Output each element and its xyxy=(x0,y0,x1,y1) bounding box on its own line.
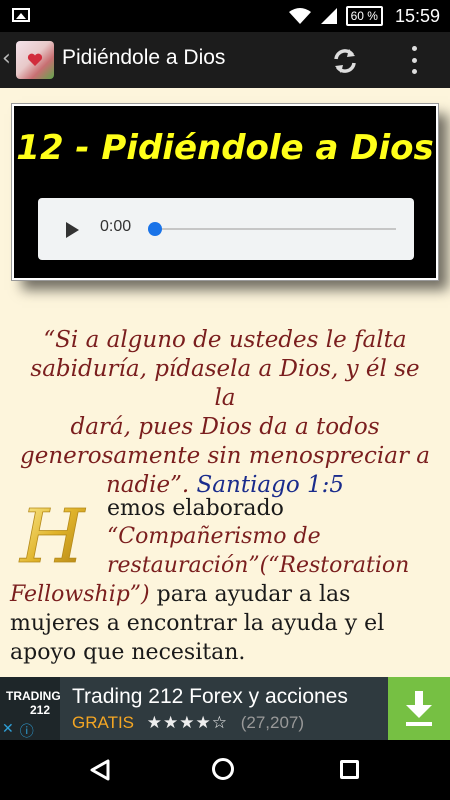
quote-line: sabiduría, pídasela a Dios, y él se la xyxy=(30,356,420,411)
quote-line: dará, pues Dios da a todos xyxy=(70,414,380,440)
drop-cap-text: H xyxy=(18,494,86,574)
drop-cap-letter: H xyxy=(18,494,87,574)
status-icons: 60 % 15:59 xyxy=(288,0,440,32)
ad-download-button[interactable] xyxy=(388,677,450,740)
audio-time: 0:00 xyxy=(100,218,132,235)
audio-player[interactable]: 0:00 xyxy=(38,198,414,260)
ad-review-count: (27,207) xyxy=(240,713,305,732)
play-icon[interactable] xyxy=(66,222,79,238)
ad-rating-stars: ★★★★☆ xyxy=(146,713,228,732)
image-notification-icon xyxy=(12,8,30,22)
paragraph-line: restauración”(“Restoration xyxy=(107,553,410,578)
ad-price: GRATIS xyxy=(72,713,135,732)
paragraph-fragment: para ayudar a las xyxy=(149,582,351,607)
audio-seek-thumb[interactable] xyxy=(148,222,162,236)
ad-logo-number: 212 xyxy=(30,703,51,717)
nav-back-icon[interactable] xyxy=(88,758,112,786)
quote-line: “Si a alguno de ustedes le falta xyxy=(43,327,407,353)
navigation-bar xyxy=(0,740,450,800)
ad-title[interactable]: Trading 212 Forex y acciones xyxy=(72,685,348,709)
ad-choices[interactable]: ✕ ⓘ xyxy=(2,721,38,740)
battery-icon: 60 % xyxy=(345,6,383,26)
quote-line: nadie”. xyxy=(105,472,190,498)
paragraph-fragment: Fellowship”) xyxy=(10,582,150,607)
paragraph-line: apoyo que necesitan. xyxy=(10,640,246,665)
paragraph-line-mixed: Fellowship”) para ayudar a las xyxy=(10,582,350,607)
app-icon[interactable] xyxy=(16,41,54,79)
paragraph-line: “Compañerismo de xyxy=(107,524,321,549)
ad-banner[interactable]: TRADING 212 ✕ ⓘ Trading 212 Forex y acci… xyxy=(0,677,450,740)
paragraph-line: mujeres a encontrar la ayuda y el xyxy=(10,611,385,636)
nav-home-icon[interactable] xyxy=(212,758,234,780)
action-bar: ‹ Pidiéndole a Dios xyxy=(0,32,450,88)
overflow-menu-icon[interactable] xyxy=(408,46,420,74)
clock: 15:59 xyxy=(394,5,440,26)
download-icon xyxy=(406,691,432,726)
nav-recents-icon[interactable] xyxy=(340,760,359,779)
bible-quote: “Si a alguno de ustedes le falta sabidur… xyxy=(20,326,430,500)
lesson-card: 12 - Pidiéndole a Dios 0:00 xyxy=(11,103,439,281)
lesson-title: 12 - Pidiéndole a Dios xyxy=(16,128,434,168)
ad-close-icon[interactable]: ✕ xyxy=(2,721,14,739)
ad-subtitle: GRATIS ★★★★☆ (27,207) xyxy=(72,713,304,733)
audio-seek-track[interactable] xyxy=(156,228,396,230)
up-chevron-icon[interactable]: ‹ xyxy=(2,46,11,71)
quote-reference: Santiago 1:5 xyxy=(196,472,345,498)
quote-line: generosamente sin menospreciar a xyxy=(20,443,430,469)
wifi-icon xyxy=(288,7,312,25)
ad-logo-text: TRADING xyxy=(6,689,61,703)
signal-icon xyxy=(320,7,338,25)
refresh-icon[interactable] xyxy=(330,46,360,80)
ad-info-icon[interactable]: ⓘ xyxy=(20,721,34,740)
paragraph-line: emos elaborado xyxy=(107,496,284,521)
app-title: Pidiéndole a Dios xyxy=(62,46,226,69)
status-bar: 60 % 15:59 xyxy=(0,0,450,32)
heart-icon xyxy=(27,53,43,66)
